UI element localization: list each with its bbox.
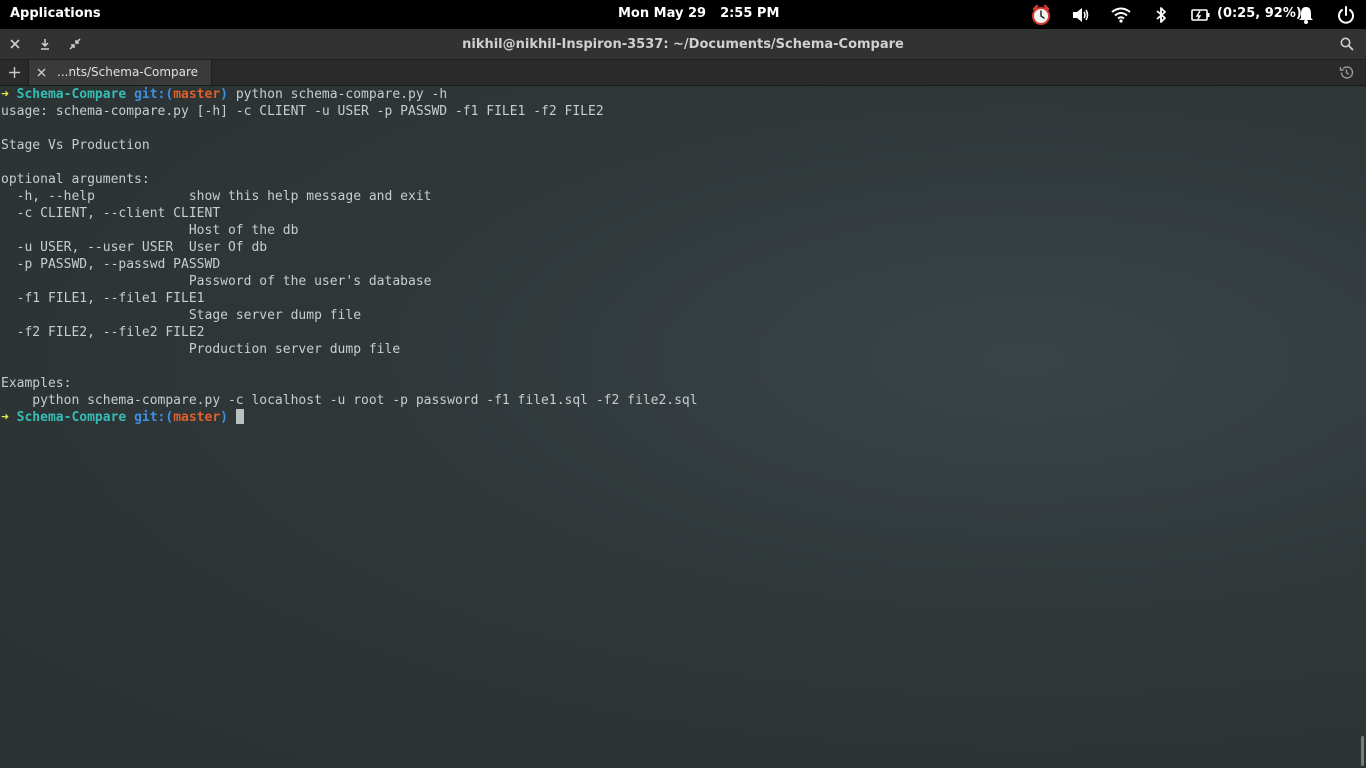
prompt-branch: master (173, 87, 221, 102)
output-line: usage: schema-compare.py [-h] -c CLIENT … (1, 104, 604, 119)
output-line: Stage Vs Production (1, 138, 150, 153)
output-line: Password of the user's database (1, 274, 432, 289)
terminal-output: ➜ Schema-Compare git:(master) python sch… (1, 86, 698, 426)
new-tab-button[interactable] (4, 62, 24, 82)
alarm-clock-icon[interactable] (1030, 4, 1052, 26)
output-line: Stage server dump file (1, 308, 362, 323)
power-icon[interactable] (1335, 4, 1357, 26)
output-line: -u USER, --user USER User Of db (1, 240, 268, 255)
prompt-directory: Schema-Compare (16, 410, 127, 425)
prompt-line: ➜ Schema-Compare git:(master) python sch… (1, 86, 698, 103)
prompt-command: python schema-compare.py -h (235, 87, 448, 102)
close-tab-button[interactable] (31, 62, 51, 82)
output-line: python schema-compare.py -c localhost -u… (1, 393, 698, 408)
prompt-git: git:( (134, 87, 174, 102)
prompt-branch: master (173, 410, 221, 425)
battery-icon[interactable] (1190, 4, 1212, 26)
output-line: optional arguments: (1, 172, 150, 187)
output-line: Examples: (1, 376, 72, 391)
prompt-git-close: ) (220, 410, 228, 425)
output-line: -c CLIENT, --client CLIENT (1, 206, 221, 221)
tab-schema-compare[interactable]: ...nts/Schema-Compare (28, 60, 212, 85)
search-button[interactable] (1337, 34, 1357, 54)
prompt-arrow: ➜ (1, 410, 9, 425)
prompt-line: ➜ Schema-Compare git:(master) (1, 409, 698, 426)
volume-icon[interactable] (1070, 4, 1092, 26)
history-icon (1339, 65, 1353, 79)
bluetooth-icon[interactable] (1150, 4, 1172, 26)
tab-bar: ...nts/Schema-Compare (0, 60, 1366, 86)
window-titlebar[interactable]: nikhil@nikhil-Inspiron-3537: ~/Documents… (0, 29, 1366, 60)
output-line: -p PASSWD, --passwd PASSWD (1, 257, 221, 272)
prompt-git-close: ) (220, 87, 228, 102)
top-panel: Applications Mon May 29 2:55 PM (0:25, 9… (0, 0, 1366, 29)
output-line: -h, --help show this help message and ex… (1, 189, 432, 204)
window-title: nikhil@nikhil-Inspiron-3537: ~/Documents… (462, 37, 904, 52)
clock-date: Mon May 29 (618, 6, 707, 21)
clock-time: 2:55 PM (720, 6, 780, 21)
terminal-cursor[interactable] (235, 409, 244, 424)
output-line: -f2 FILE2, --file2 FILE2 (1, 325, 205, 340)
output-line: -f1 FILE1, --file1 FILE1 (1, 291, 205, 306)
plus-icon (8, 66, 20, 78)
prompt-arrow: ➜ (1, 87, 9, 102)
wifi-icon[interactable] (1110, 4, 1132, 26)
terminal-view[interactable]: ➜ Schema-Compare git:(master) python sch… (0, 86, 1366, 768)
search-icon (1340, 37, 1354, 51)
notification-bell-icon[interactable] (1295, 4, 1317, 26)
output-line: Host of the db (1, 223, 299, 238)
prompt-directory: Schema-Compare (16, 87, 127, 102)
close-icon (37, 68, 45, 76)
history-button[interactable] (1336, 62, 1356, 82)
applications-menu[interactable]: Applications (10, 6, 101, 21)
battery-status[interactable]: (0:25, 92%) (1217, 6, 1302, 21)
prompt-git: git:( (134, 410, 174, 425)
output-line: Production server dump file (1, 342, 401, 357)
clock[interactable]: Mon May 29 2:55 PM (618, 6, 793, 21)
scrollbar[interactable] (1361, 736, 1364, 766)
tab-label: ...nts/Schema-Compare (57, 65, 199, 79)
